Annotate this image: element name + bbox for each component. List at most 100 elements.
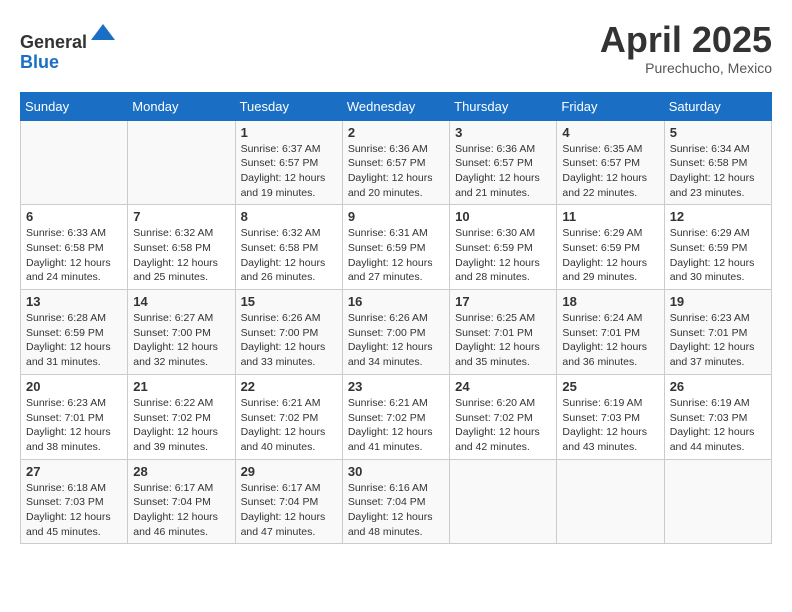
- day-number: 18: [562, 294, 658, 309]
- day-info: Sunrise: 6:22 AMSunset: 7:02 PMDaylight:…: [133, 396, 229, 455]
- weekday-header-thursday: Thursday: [450, 92, 557, 120]
- day-info: Sunrise: 6:26 AMSunset: 7:00 PMDaylight:…: [241, 311, 337, 370]
- week-row-4: 20 Sunrise: 6:23 AMSunset: 7:01 PMDayligh…: [21, 374, 772, 459]
- day-number: 25: [562, 379, 658, 394]
- calendar-cell: 11 Sunrise: 6:29 AMSunset: 6:59 PMDayligh…: [557, 205, 664, 290]
- day-number: 28: [133, 464, 229, 479]
- day-info: Sunrise: 6:21 AMSunset: 7:02 PMDaylight:…: [241, 396, 337, 455]
- day-info: Sunrise: 6:34 AMSunset: 6:58 PMDaylight:…: [670, 142, 766, 201]
- title-block: April 2025 Purechucho, Mexico: [600, 20, 772, 76]
- logo: General Blue: [20, 20, 117, 73]
- week-row-3: 13 Sunrise: 6:28 AMSunset: 6:59 PMDayligh…: [21, 290, 772, 375]
- logo-general: General: [20, 32, 87, 52]
- calendar-cell: 29 Sunrise: 6:17 AMSunset: 7:04 PMDayligh…: [235, 459, 342, 544]
- weekday-header-sunday: Sunday: [21, 92, 128, 120]
- day-number: 4: [562, 125, 658, 140]
- week-row-5: 27Sunrise: 6:18 AMSunset: 7:03 PMDayligh…: [21, 459, 772, 544]
- day-info: Sunrise: 6:23 AMSunset: 7:01 PMDaylight:…: [26, 396, 122, 455]
- calendar-cell: 10 Sunrise: 6:30 AMSunset: 6:59 PMDayligh…: [450, 205, 557, 290]
- weekday-header-wednesday: Wednesday: [342, 92, 449, 120]
- day-number: 24: [455, 379, 551, 394]
- calendar-cell: 25Sunrise: 6:19 AMSunset: 7:03 PMDayligh…: [557, 374, 664, 459]
- day-info: Sunrise: 6:35 AMSunset: 6:57 PMDaylight:…: [562, 142, 658, 201]
- calendar-cell: 19Sunrise: 6:23 AMSunset: 7:01 PMDayligh…: [664, 290, 771, 375]
- day-number: 12: [670, 209, 766, 224]
- day-number: 30: [348, 464, 444, 479]
- calendar-cell: 17 Sunrise: 6:25 AMSunset: 7:01 PMDayligh…: [450, 290, 557, 375]
- day-info: Sunrise: 6:20 AMSunset: 7:02 PMDaylight:…: [455, 396, 551, 455]
- day-info: Sunrise: 6:23 AMSunset: 7:01 PMDaylight:…: [670, 311, 766, 370]
- day-number: 5: [670, 125, 766, 140]
- day-number: 29: [241, 464, 337, 479]
- day-number: 16: [348, 294, 444, 309]
- calendar-cell: [450, 459, 557, 544]
- weekday-header-row: SundayMondayTuesdayWednesdayThursdayFrid…: [21, 92, 772, 120]
- day-number: 9: [348, 209, 444, 224]
- day-number: 2: [348, 125, 444, 140]
- calendar-cell: 5 Sunrise: 6:34 AMSunset: 6:58 PMDaylight…: [664, 120, 771, 205]
- day-info: Sunrise: 6:33 AMSunset: 6:58 PMDaylight:…: [26, 226, 122, 285]
- day-info: Sunrise: 6:36 AMSunset: 6:57 PMDaylight:…: [348, 142, 444, 201]
- day-number: 22: [241, 379, 337, 394]
- weekday-header-friday: Friday: [557, 92, 664, 120]
- weekday-header-saturday: Saturday: [664, 92, 771, 120]
- day-info: Sunrise: 6:37 AMSunset: 6:57 PMDaylight:…: [241, 142, 337, 201]
- page-header: General Blue April 2025 Purechucho, Mexi…: [20, 20, 772, 76]
- day-number: 20: [26, 379, 122, 394]
- calendar-cell: 4 Sunrise: 6:35 AMSunset: 6:57 PMDaylight…: [557, 120, 664, 205]
- location-subtitle: Purechucho, Mexico: [600, 60, 772, 76]
- calendar-cell: 21 Sunrise: 6:22 AMSunset: 7:02 PMDayligh…: [128, 374, 235, 459]
- day-info: Sunrise: 6:17 AMSunset: 7:04 PMDaylight:…: [241, 481, 337, 540]
- day-info: Sunrise: 6:28 AMSunset: 6:59 PMDaylight:…: [26, 311, 122, 370]
- day-number: 1: [241, 125, 337, 140]
- day-number: 10: [455, 209, 551, 224]
- day-number: 3: [455, 125, 551, 140]
- calendar-cell: 9 Sunrise: 6:31 AMSunset: 6:59 PMDaylight…: [342, 205, 449, 290]
- day-number: 15: [241, 294, 337, 309]
- day-info: Sunrise: 6:18 AMSunset: 7:03 PMDaylight:…: [26, 481, 122, 540]
- day-number: 23: [348, 379, 444, 394]
- day-number: 17: [455, 294, 551, 309]
- calendar-cell: 6Sunrise: 6:33 AMSunset: 6:58 PMDaylight…: [21, 205, 128, 290]
- calendar-cell: 12 Sunrise: 6:29 AMSunset: 6:59 PMDayligh…: [664, 205, 771, 290]
- calendar-cell: 15 Sunrise: 6:26 AMSunset: 7:00 PMDayligh…: [235, 290, 342, 375]
- day-info: Sunrise: 6:29 AMSunset: 6:59 PMDaylight:…: [670, 226, 766, 285]
- day-info: Sunrise: 6:21 AMSunset: 7:02 PMDaylight:…: [348, 396, 444, 455]
- day-number: 14: [133, 294, 229, 309]
- day-info: Sunrise: 6:32 AMSunset: 6:58 PMDaylight:…: [133, 226, 229, 285]
- calendar-cell: 13 Sunrise: 6:28 AMSunset: 6:59 PMDayligh…: [21, 290, 128, 375]
- calendar-cell: 14 Sunrise: 6:27 AMSunset: 7:00 PMDayligh…: [128, 290, 235, 375]
- day-number: 11: [562, 209, 658, 224]
- day-number: 21: [133, 379, 229, 394]
- day-info: Sunrise: 6:30 AMSunset: 6:59 PMDaylight:…: [455, 226, 551, 285]
- day-info: Sunrise: 6:24 AMSunset: 7:01 PMDaylight:…: [562, 311, 658, 370]
- calendar-cell: 7Sunrise: 6:32 AMSunset: 6:58 PMDaylight…: [128, 205, 235, 290]
- calendar-table: SundayMondayTuesdayWednesdayThursdayFrid…: [20, 92, 772, 545]
- day-info: Sunrise: 6:16 AMSunset: 7:04 PMDaylight:…: [348, 481, 444, 540]
- calendar-cell: 23 Sunrise: 6:21 AMSunset: 7:02 PMDayligh…: [342, 374, 449, 459]
- month-title: April 2025: [600, 20, 772, 60]
- day-info: Sunrise: 6:31 AMSunset: 6:59 PMDaylight:…: [348, 226, 444, 285]
- day-info: Sunrise: 6:29 AMSunset: 6:59 PMDaylight:…: [562, 226, 658, 285]
- calendar-cell: [557, 459, 664, 544]
- day-info: Sunrise: 6:19 AMSunset: 7:03 PMDaylight:…: [670, 396, 766, 455]
- calendar-cell: 26Sunrise: 6:19 AMSunset: 7:03 PMDayligh…: [664, 374, 771, 459]
- week-row-2: 6Sunrise: 6:33 AMSunset: 6:58 PMDaylight…: [21, 205, 772, 290]
- day-info: Sunrise: 6:26 AMSunset: 7:00 PMDaylight:…: [348, 311, 444, 370]
- day-info: Sunrise: 6:36 AMSunset: 6:57 PMDaylight:…: [455, 142, 551, 201]
- day-info: Sunrise: 6:25 AMSunset: 7:01 PMDaylight:…: [455, 311, 551, 370]
- calendar-cell: 16 Sunrise: 6:26 AMSunset: 7:00 PMDayligh…: [342, 290, 449, 375]
- day-number: 8: [241, 209, 337, 224]
- day-info: Sunrise: 6:32 AMSunset: 6:58 PMDaylight:…: [241, 226, 337, 285]
- calendar-cell: [128, 120, 235, 205]
- day-info: Sunrise: 6:27 AMSunset: 7:00 PMDaylight:…: [133, 311, 229, 370]
- calendar-cell: 27Sunrise: 6:18 AMSunset: 7:03 PMDayligh…: [21, 459, 128, 544]
- calendar-cell: 22 Sunrise: 6:21 AMSunset: 7:02 PMDayligh…: [235, 374, 342, 459]
- weekday-header-monday: Monday: [128, 92, 235, 120]
- calendar-cell: 3 Sunrise: 6:36 AMSunset: 6:57 PMDaylight…: [450, 120, 557, 205]
- weekday-header-tuesday: Tuesday: [235, 92, 342, 120]
- calendar-cell: [664, 459, 771, 544]
- week-row-1: 1 Sunrise: 6:37 AMSunset: 6:57 PMDaylight…: [21, 120, 772, 205]
- day-number: 13: [26, 294, 122, 309]
- calendar-cell: 2 Sunrise: 6:36 AMSunset: 6:57 PMDaylight…: [342, 120, 449, 205]
